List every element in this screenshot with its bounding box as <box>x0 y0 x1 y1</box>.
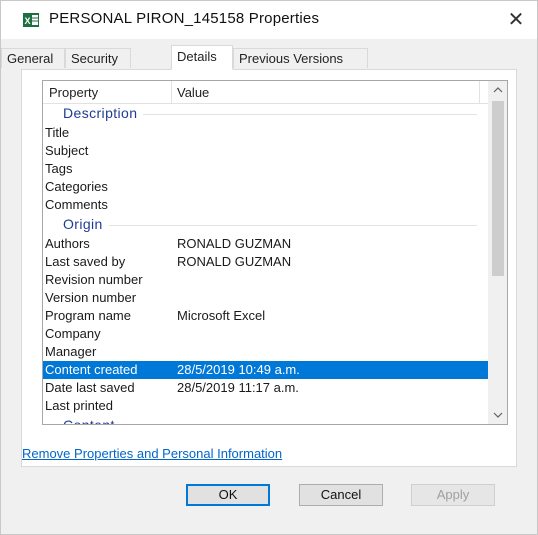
svg-text:X: X <box>25 16 31 26</box>
property-name: Program name <box>45 308 131 323</box>
vertical-scrollbar[interactable] <box>488 81 507 424</box>
group-origin: Origin <box>43 214 489 235</box>
group-label: Description <box>63 105 144 121</box>
properties-dialog: X PERSONAL PIRON_145158 Properties ✕ Gen… <box>0 0 538 535</box>
chevron-up-icon <box>493 87 503 93</box>
property-name: Date last saved <box>45 380 135 395</box>
scroll-up-button[interactable] <box>489 81 507 99</box>
title-bar[interactable]: X PERSONAL PIRON_145158 Properties ✕ <box>1 1 537 39</box>
property-list[interactable]: Property Value Description Title Subject <box>42 80 508 425</box>
property-value: 28/5/2019 10:49 a.m. <box>177 362 300 377</box>
list-item[interactable]: Subject <box>43 142 489 160</box>
excel-file-icon: X <box>23 13 39 27</box>
list-item-selected[interactable]: Content created 28/5/2019 10:49 a.m. <box>43 361 489 379</box>
property-value: RONALD GUZMAN <box>177 254 292 269</box>
property-name: Subject <box>45 143 89 158</box>
column-divider[interactable] <box>479 81 480 103</box>
list-item[interactable]: Version number <box>43 289 489 307</box>
property-name: Content created <box>45 362 138 377</box>
group-content: Content <box>43 415 489 424</box>
list-item[interactable]: Last printed <box>43 397 489 415</box>
list-rows: Description Title Subject Tags Categorie… <box>43 103 489 424</box>
tab-details[interactable]: Details <box>171 45 233 70</box>
property-name: Authors <box>45 236 90 251</box>
property-name: Last saved by <box>45 254 126 269</box>
list-item[interactable]: Company <box>43 325 489 343</box>
column-header-value[interactable]: Value <box>177 85 209 100</box>
property-name: Tags <box>45 161 73 176</box>
list-item[interactable]: Date last saved 28/5/2019 11:17 a.m. <box>43 379 489 397</box>
list-item[interactable]: Tags <box>43 160 489 178</box>
property-name: Manager <box>45 344 97 359</box>
apply-button[interactable]: Apply <box>411 484 495 506</box>
property-value: RONALD GUZMAN <box>177 236 292 251</box>
list-item[interactable]: Revision number <box>43 271 489 289</box>
column-header-property[interactable]: Property <box>49 85 98 100</box>
group-label: Content <box>63 417 121 424</box>
chevron-down-icon <box>493 412 503 418</box>
cancel-button[interactable]: Cancel <box>299 484 383 506</box>
group-divider <box>63 225 477 226</box>
property-name: Version number <box>45 290 137 305</box>
column-divider[interactable] <box>171 81 172 103</box>
group-label: Origin <box>63 216 109 232</box>
tab-strip: General Security Details Previous Versio… <box>1 45 537 70</box>
close-icon: ✕ <box>507 9 525 31</box>
list-header: Property Value <box>43 81 489 104</box>
scroll-thumb[interactable] <box>492 101 504 276</box>
window-title: PERSONAL PIRON_145158 Properties <box>49 10 320 27</box>
property-name: Last printed <box>45 398 113 413</box>
list-item[interactable]: Categories <box>43 178 489 196</box>
list-item[interactable]: Authors RONALD GUZMAN <box>43 235 489 253</box>
tab-security[interactable]: Security <box>65 48 131 68</box>
list-item[interactable]: Manager <box>43 343 489 361</box>
property-value: 28/5/2019 11:17 a.m. <box>177 380 299 395</box>
list-item[interactable]: Comments <box>43 196 489 214</box>
details-panel: Property Value Description Title Subject <box>21 69 517 467</box>
property-name: Comments <box>45 197 108 212</box>
scroll-down-button[interactable] <box>489 406 507 424</box>
property-name: Company <box>45 326 101 341</box>
property-name: Title <box>45 125 70 140</box>
list-item[interactable]: Title <box>43 124 489 142</box>
tab-general[interactable]: General <box>1 48 65 68</box>
remove-properties-link[interactable]: Remove Properties and Personal Informati… <box>22 446 282 461</box>
ok-button[interactable]: OK <box>186 484 270 506</box>
close-button[interactable]: ✕ <box>503 7 529 33</box>
property-name: Revision number <box>45 272 143 287</box>
list-item[interactable]: Program name Microsoft Excel <box>43 307 489 325</box>
property-value: Microsoft Excel <box>177 308 266 323</box>
group-description: Description <box>43 103 489 124</box>
property-name: Categories <box>45 179 108 194</box>
tab-previous-versions[interactable]: Previous Versions <box>233 48 368 68</box>
list-item[interactable]: Last saved by RONALD GUZMAN <box>43 253 489 271</box>
